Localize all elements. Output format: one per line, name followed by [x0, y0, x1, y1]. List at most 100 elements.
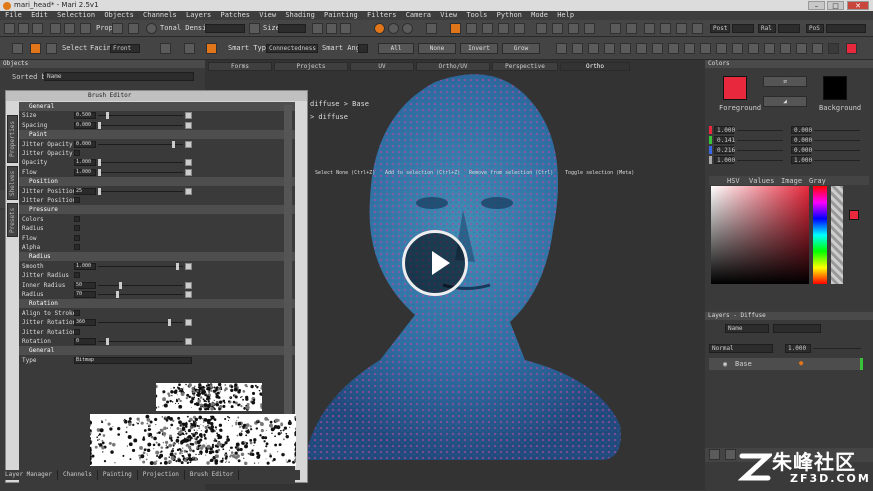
property-slider-knob[interactable]: [98, 168, 101, 176]
property-checkbox[interactable]: [74, 150, 80, 156]
color-swatch-fg-icon[interactable]: [846, 43, 857, 54]
property-slider-track[interactable]: [98, 162, 183, 164]
save-icon[interactable]: [32, 23, 43, 34]
property-checkbox[interactable]: [74, 328, 80, 335]
property-value-field[interactable]: 50: [74, 281, 96, 289]
menu-patches[interactable]: Patches: [221, 11, 251, 20]
menu-view2[interactable]: View: [440, 11, 457, 20]
property-slider-track[interactable]: [98, 124, 183, 126]
property-slider-knob[interactable]: [116, 291, 120, 298]
brush-tool-icon[interactable]: [30, 43, 41, 54]
tab-values[interactable]: Values: [749, 177, 774, 185]
fg-channel-track[interactable]: [737, 130, 783, 131]
mirror-icon[interactable]: [450, 23, 461, 34]
select-none-button[interactable]: None: [418, 43, 456, 54]
property-reset-button[interactable]: [185, 112, 192, 120]
bg-channel-track[interactable]: [814, 160, 860, 161]
property-checkbox[interactable]: [74, 244, 80, 250]
undo-icon[interactable]: [50, 23, 61, 34]
layer-opacity-field[interactable]: 1.000: [785, 344, 811, 353]
property-value-field[interactable]: 0.000: [74, 140, 96, 148]
swap-colors-button[interactable]: ⇄: [763, 76, 807, 87]
property-slider-knob[interactable]: [98, 121, 101, 129]
menu-help[interactable]: Help: [557, 11, 574, 20]
alpha-slider[interactable]: [831, 186, 843, 284]
smart-select-icon[interactable]: [206, 43, 217, 54]
rotate-icon[interactable]: [482, 23, 493, 34]
ruler-icon[interactable]: [626, 23, 637, 34]
property-slider-track[interactable]: [98, 190, 183, 192]
property-value-field[interactable]: 1.000: [74, 168, 96, 176]
hue-slider[interactable]: [813, 186, 827, 284]
menu-view[interactable]: View: [259, 11, 276, 20]
fg-channel-value[interactable]: 1.000: [714, 126, 735, 134]
property-slider-track[interactable]: [98, 171, 183, 173]
tab-image[interactable]: Image: [781, 177, 802, 185]
menu-tools[interactable]: Tools: [466, 11, 487, 20]
property-slider-knob[interactable]: [106, 338, 110, 345]
fg-channel-track[interactable]: [737, 150, 783, 151]
paint-select-icon[interactable]: [46, 43, 57, 54]
property-checkbox[interactable]: [74, 272, 80, 279]
menu-objects[interactable]: Objects: [104, 11, 134, 20]
tab-brush-editor[interactable]: Brush Editor: [185, 470, 240, 480]
fill-icon[interactable]: [748, 43, 759, 54]
section-header[interactable]: Position: [19, 177, 295, 187]
sorted-by-select[interactable]: Name: [44, 72, 194, 81]
zoom-icon[interactable]: [604, 43, 615, 54]
frame-icon[interactable]: [552, 23, 563, 34]
blend-mode-select[interactable]: Normal: [709, 344, 773, 353]
bg-channel-track[interactable]: [814, 130, 860, 131]
section-header[interactable]: Radius: [19, 252, 295, 262]
property-checkbox[interactable]: [74, 197, 80, 203]
property-checkbox[interactable]: [74, 225, 80, 232]
property-reset-button[interactable]: [185, 281, 192, 289]
orbit-icon[interactable]: [568, 23, 579, 34]
bg-channel-track[interactable]: [814, 150, 860, 151]
snap-icon[interactable]: [514, 23, 525, 34]
line-icon[interactable]: [796, 43, 807, 54]
property-value-field[interactable]: 0.000: [74, 121, 96, 129]
menu-painting[interactable]: Painting: [324, 11, 358, 20]
property-slider-knob[interactable]: [98, 187, 101, 195]
property-value-field[interactable]: 1.000: [74, 159, 96, 167]
section-header[interactable]: General: [19, 346, 295, 356]
add-layer-icon[interactable]: [709, 449, 720, 460]
menu-edit[interactable]: Edit: [31, 11, 48, 20]
tab-layer-manager[interactable]: Layer Manager: [0, 470, 58, 480]
section-header[interactable]: Rotation: [19, 299, 295, 309]
property-reset-button[interactable]: [185, 262, 192, 270]
section-header[interactable]: General: [19, 102, 295, 111]
menu-python[interactable]: Python: [497, 11, 522, 20]
property-reset-button[interactable]: [185, 338, 192, 345]
grid-icon[interactable]: [128, 23, 139, 34]
smart-type-select[interactable]: Connectedness: [266, 44, 318, 53]
fg-channel-value[interactable]: 0.141: [714, 136, 735, 144]
menu-filters[interactable]: Filters: [367, 11, 397, 20]
open-icon[interactable]: [18, 23, 29, 34]
property-slider-track[interactable]: [98, 284, 183, 286]
minimize-button[interactable]: –: [808, 1, 825, 10]
play-button[interactable]: [402, 230, 468, 296]
tab-properties[interactable]: Properties: [7, 115, 18, 163]
maximize-button[interactable]: □: [827, 1, 844, 10]
reset-colors-button[interactable]: ◢: [763, 96, 807, 107]
udim-icon[interactable]: [692, 23, 703, 34]
color-swatch-bg-icon[interactable]: [828, 43, 839, 54]
copy-icon[interactable]: [80, 23, 91, 34]
property-slider-knob[interactable]: [175, 262, 179, 270]
tab-perspective[interactable]: Perspective: [492, 62, 558, 71]
tab-ortho[interactable]: Ortho: [560, 62, 630, 71]
property-value-field[interactable]: 25: [74, 187, 96, 195]
menu-layers[interactable]: Layers: [186, 11, 211, 20]
lighting-icon[interactable]: [374, 23, 385, 34]
camera-icon[interactable]: [536, 23, 547, 34]
grid2-icon[interactable]: [636, 43, 647, 54]
section-header[interactable]: Paint: [19, 130, 295, 140]
property-slider-knob[interactable]: [118, 281, 122, 289]
brush-icon[interactable]: [652, 43, 663, 54]
new-project-icon[interactable]: [4, 23, 15, 34]
property-slider-knob[interactable]: [98, 159, 101, 167]
pointer-icon[interactable]: [556, 43, 567, 54]
bg-channel-track[interactable]: [814, 140, 860, 141]
